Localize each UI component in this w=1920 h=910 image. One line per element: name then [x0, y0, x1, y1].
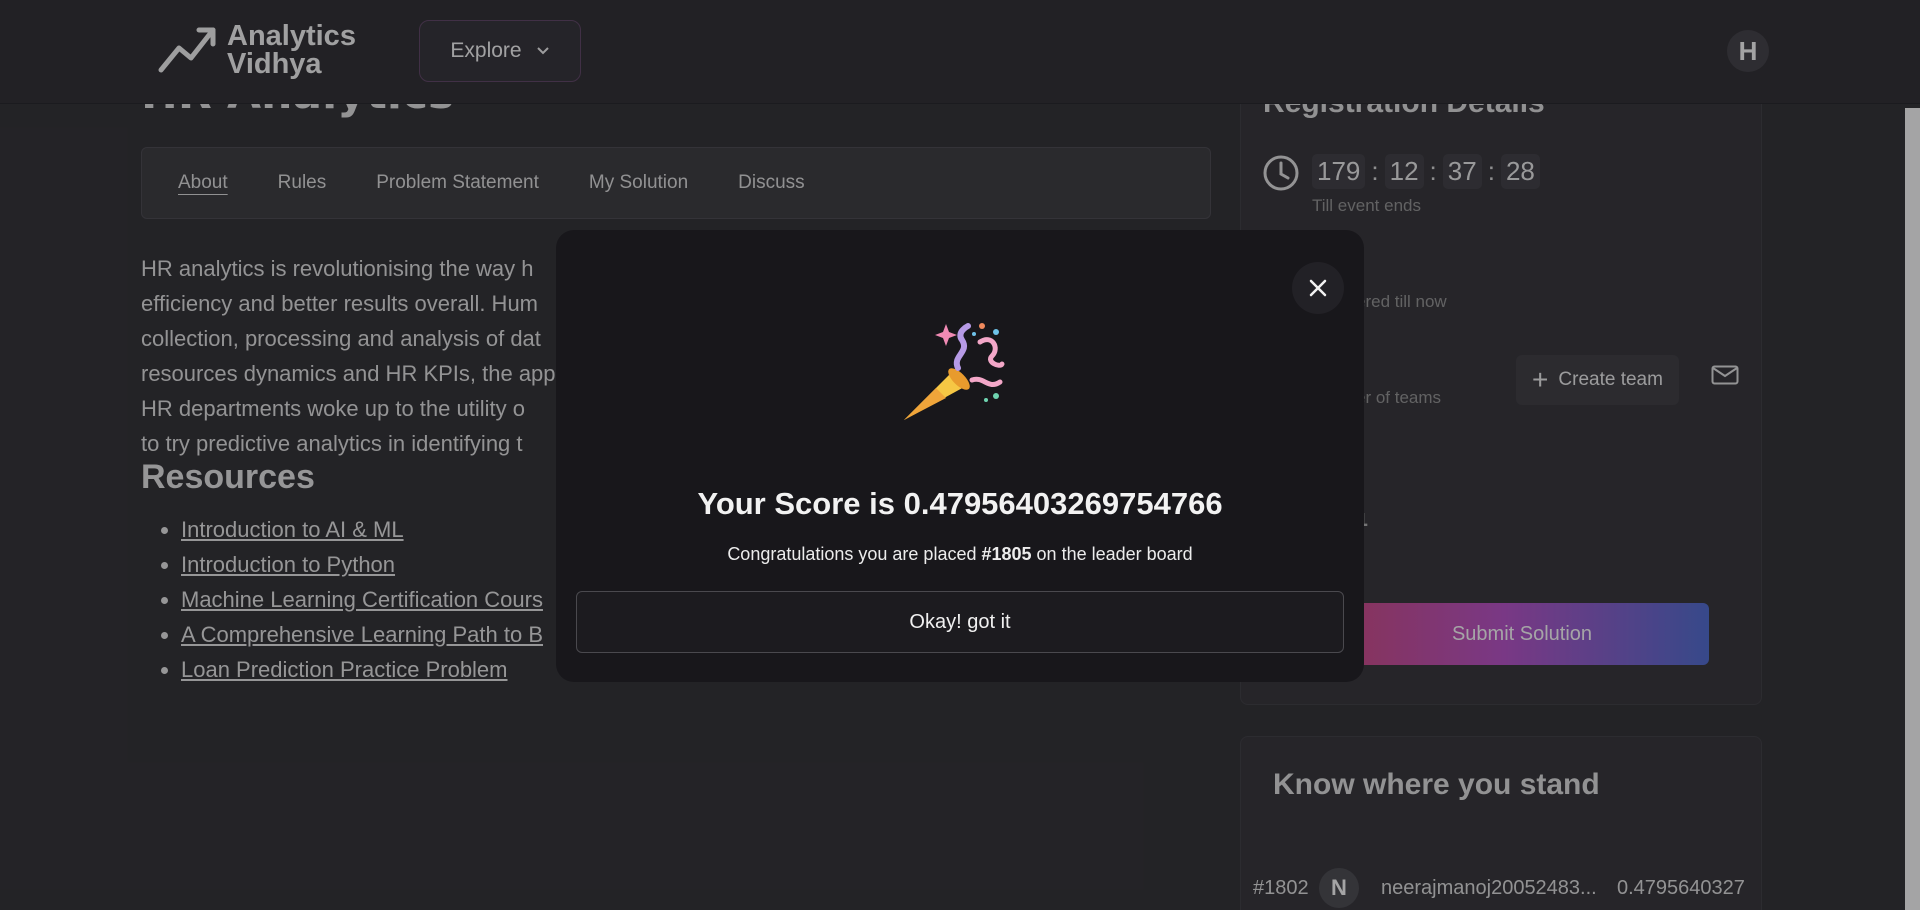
- close-button[interactable]: [1292, 262, 1344, 314]
- score-modal: Your Score is 0.47956403269754766 Congra…: [556, 230, 1364, 682]
- score-prefix: Your Score is: [697, 486, 904, 521]
- placement-message: Congratulations you are placed #1805 on …: [556, 544, 1364, 565]
- close-icon: [1309, 279, 1327, 297]
- okay-got-it-button[interactable]: Okay! got it: [576, 591, 1344, 653]
- congrats-suffix: on the leader board: [1031, 544, 1193, 564]
- score-value: 0.47956403269754766: [903, 486, 1223, 521]
- leaderboard-rank-value: #1805: [981, 544, 1032, 564]
- party-popper-icon: [904, 323, 1005, 420]
- congrats-prefix: Congratulations you are placed: [727, 544, 982, 564]
- score-heading: Your Score is 0.47956403269754766: [556, 486, 1364, 522]
